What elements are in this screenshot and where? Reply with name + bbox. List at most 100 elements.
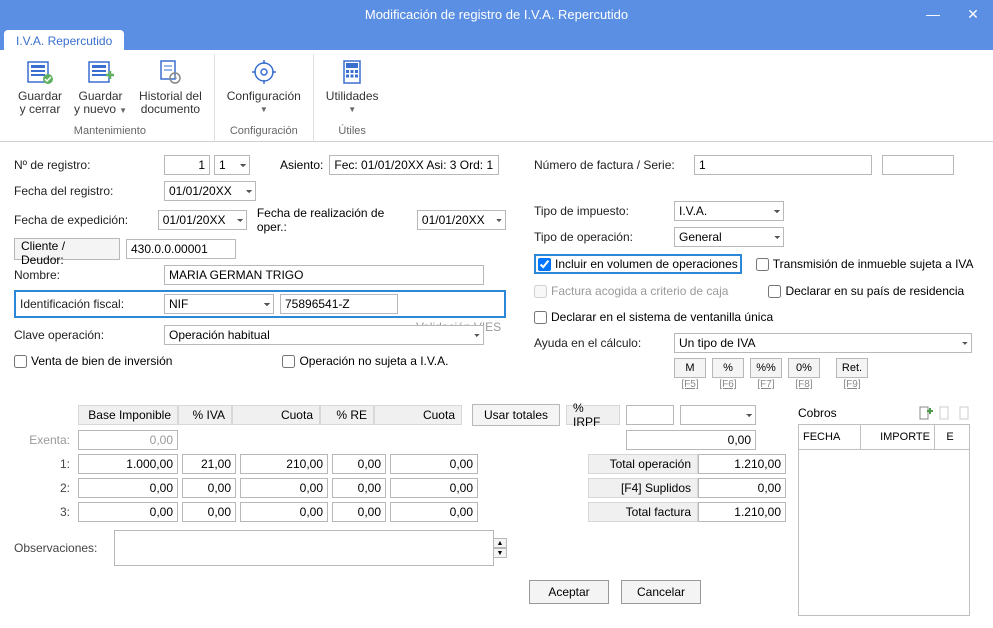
cobros-add-button[interactable] [916,404,934,422]
total-oper-value [698,454,786,474]
guardar-nuevo-button[interactable]: Guardary nuevo ▼ [68,54,133,119]
obs-down[interactable]: ▼ [493,548,507,558]
observaciones-textarea[interactable] [114,530,494,566]
suplidos-label: [F4] Suplidos [588,478,698,498]
ribbon-tabs: I.V.A. Repercutido [0,28,993,50]
row-2-label: 2: [14,481,78,495]
col-pirpf: % IRPF [566,405,620,425]
r2-cuota[interactable] [240,478,328,498]
mini-pctpct-button[interactable]: %% [750,358,782,378]
n-registro-b-select[interactable]: 1 [214,155,250,175]
tipo-operacion-select[interactable]: General [674,227,784,247]
col-cuota: Cuota [232,405,320,425]
r3-pre[interactable] [332,502,386,522]
incluir-volumen-checkbox[interactable]: Incluir en volumen de operaciones [538,257,738,271]
r3-cuota2[interactable] [390,502,478,522]
r2-piva[interactable] [182,478,236,498]
gear-icon [248,56,280,88]
asiento-input[interactable] [329,155,499,175]
cancelar-button[interactable]: Cancelar [621,580,701,604]
row-3-label: 3: [14,505,78,519]
minimize-button[interactable]: — [913,0,953,28]
tipo-impuesto-label: Tipo de impuesto: [534,204,674,218]
mini-pct-button[interactable]: % [712,358,744,378]
close-button[interactable]: ✕ [953,0,993,28]
r1-cuota[interactable] [240,454,328,474]
r3-cuota[interactable] [240,502,328,522]
usar-totales-button[interactable]: Usar totales [472,404,560,426]
num-factura-input[interactable] [694,155,872,175]
observaciones-label: Observaciones: [14,541,114,555]
row-1-label: 1: [14,457,78,471]
total-factura-value [698,502,786,522]
r2-base[interactable] [78,478,178,498]
id-fiscal-num-input[interactable] [280,294,398,314]
ayuda-calculo-select[interactable]: Un tipo de IVA [674,333,972,353]
r3-piva[interactable] [182,502,236,522]
r3-base[interactable] [78,502,178,522]
fecha-oper-select[interactable]: 01/01/20XX [417,210,506,230]
document-history-icon [154,56,186,88]
transmision-inmueble-checkbox[interactable]: Transmisión de inmueble sujeta a IVA [756,257,974,271]
obs-up[interactable]: ▲ [493,538,507,548]
cliente-input[interactable] [126,239,236,259]
save-new-icon [85,56,117,88]
row-exenta-label: Exenta: [14,433,78,447]
cliente-deudor-button[interactable]: Cliente / Deudor: [14,238,120,260]
nombre-input[interactable] [164,265,484,285]
ventanilla-unica-checkbox[interactable]: Declarar en el sistema de ventanilla úni… [534,310,773,324]
mini-0pct-button[interactable]: 0% [788,358,820,378]
id-fiscal-tipo-select[interactable]: NIF [164,294,274,314]
serie-input[interactable] [882,155,954,175]
exenta-base [78,430,178,450]
nombre-label: Nombre: [14,268,164,282]
configuracion-button[interactable]: Configuración▼ [221,54,307,118]
n-registro-a-input[interactable] [164,155,210,175]
tipo-impuesto-select[interactable]: I.V.A. [674,201,784,221]
fecha-expedicion-select[interactable]: 01/01/20XX [158,210,247,230]
cobros-col-fecha: FECHA [799,425,861,449]
fecha-oper-label: Fecha de realización de oper.: [257,206,411,234]
r1-piva[interactable] [182,454,236,474]
cobros-title: Cobros [798,406,914,420]
ribbon: Guardary cerrar Guardary nuevo ▼ Histori… [0,50,993,142]
historial-button[interactable]: Historial deldocumento [133,54,208,119]
calculator-icon [336,56,368,88]
total-oper-label: Total operación [588,454,698,474]
titlebar: Modificación de registro de I.V.A. Reper… [0,0,993,28]
utilidades-button[interactable]: Utilidades▼ [320,54,385,118]
r2-pre[interactable] [332,478,386,498]
r1-base[interactable] [78,454,178,474]
fecha-expedicion-label: Fecha de expedición: [14,213,158,227]
r1-cuota2[interactable] [390,454,478,474]
col-base: Base Imponible [78,405,178,425]
r2-cuota2[interactable] [390,478,478,498]
guardar-cerrar-button[interactable]: Guardary cerrar [12,54,68,119]
mini-ret-button[interactable]: Ret. [836,358,868,378]
irpf-base-input[interactable] [626,430,756,450]
col-piva: % IVA [178,405,232,425]
aceptar-button[interactable]: Aceptar [529,580,609,604]
id-fiscal-label: Identificación fiscal: [20,297,164,311]
ayuda-calculo-label: Ayuda en el cálculo: [534,336,674,350]
cobros-delete-button[interactable] [956,404,974,422]
venta-inversion-checkbox[interactable]: Venta de bien de inversión [14,354,172,368]
asiento-label: Asiento: [280,158,323,172]
irpf-select[interactable] [680,405,756,425]
cobros-table[interactable]: FECHA IMPORTE E [798,424,970,616]
irpf-pct-input[interactable] [626,405,674,425]
declarar-pais-checkbox[interactable]: Declarar en su país de residencia [768,284,964,298]
tab-iva-repercutido[interactable]: I.V.A. Repercutido [4,30,124,50]
mini-m-button[interactable]: M [674,358,706,378]
no-sujeta-iva-checkbox[interactable]: Operación no sujeta a I.V.A. [282,354,448,368]
suplidos-value[interactable] [698,478,786,498]
cobros-col-e: E [935,425,965,449]
group-label: Mantenimiento [74,123,146,141]
save-close-icon [24,56,56,88]
col-pre: % RE [320,405,374,425]
clave-operacion-select[interactable]: Operación habitual [164,325,484,345]
fecha-registro-select[interactable]: 01/01/20XX [164,181,256,201]
total-factura-label: Total factura [588,502,698,522]
cobros-edit-button[interactable] [936,404,954,422]
r1-pre[interactable] [332,454,386,474]
